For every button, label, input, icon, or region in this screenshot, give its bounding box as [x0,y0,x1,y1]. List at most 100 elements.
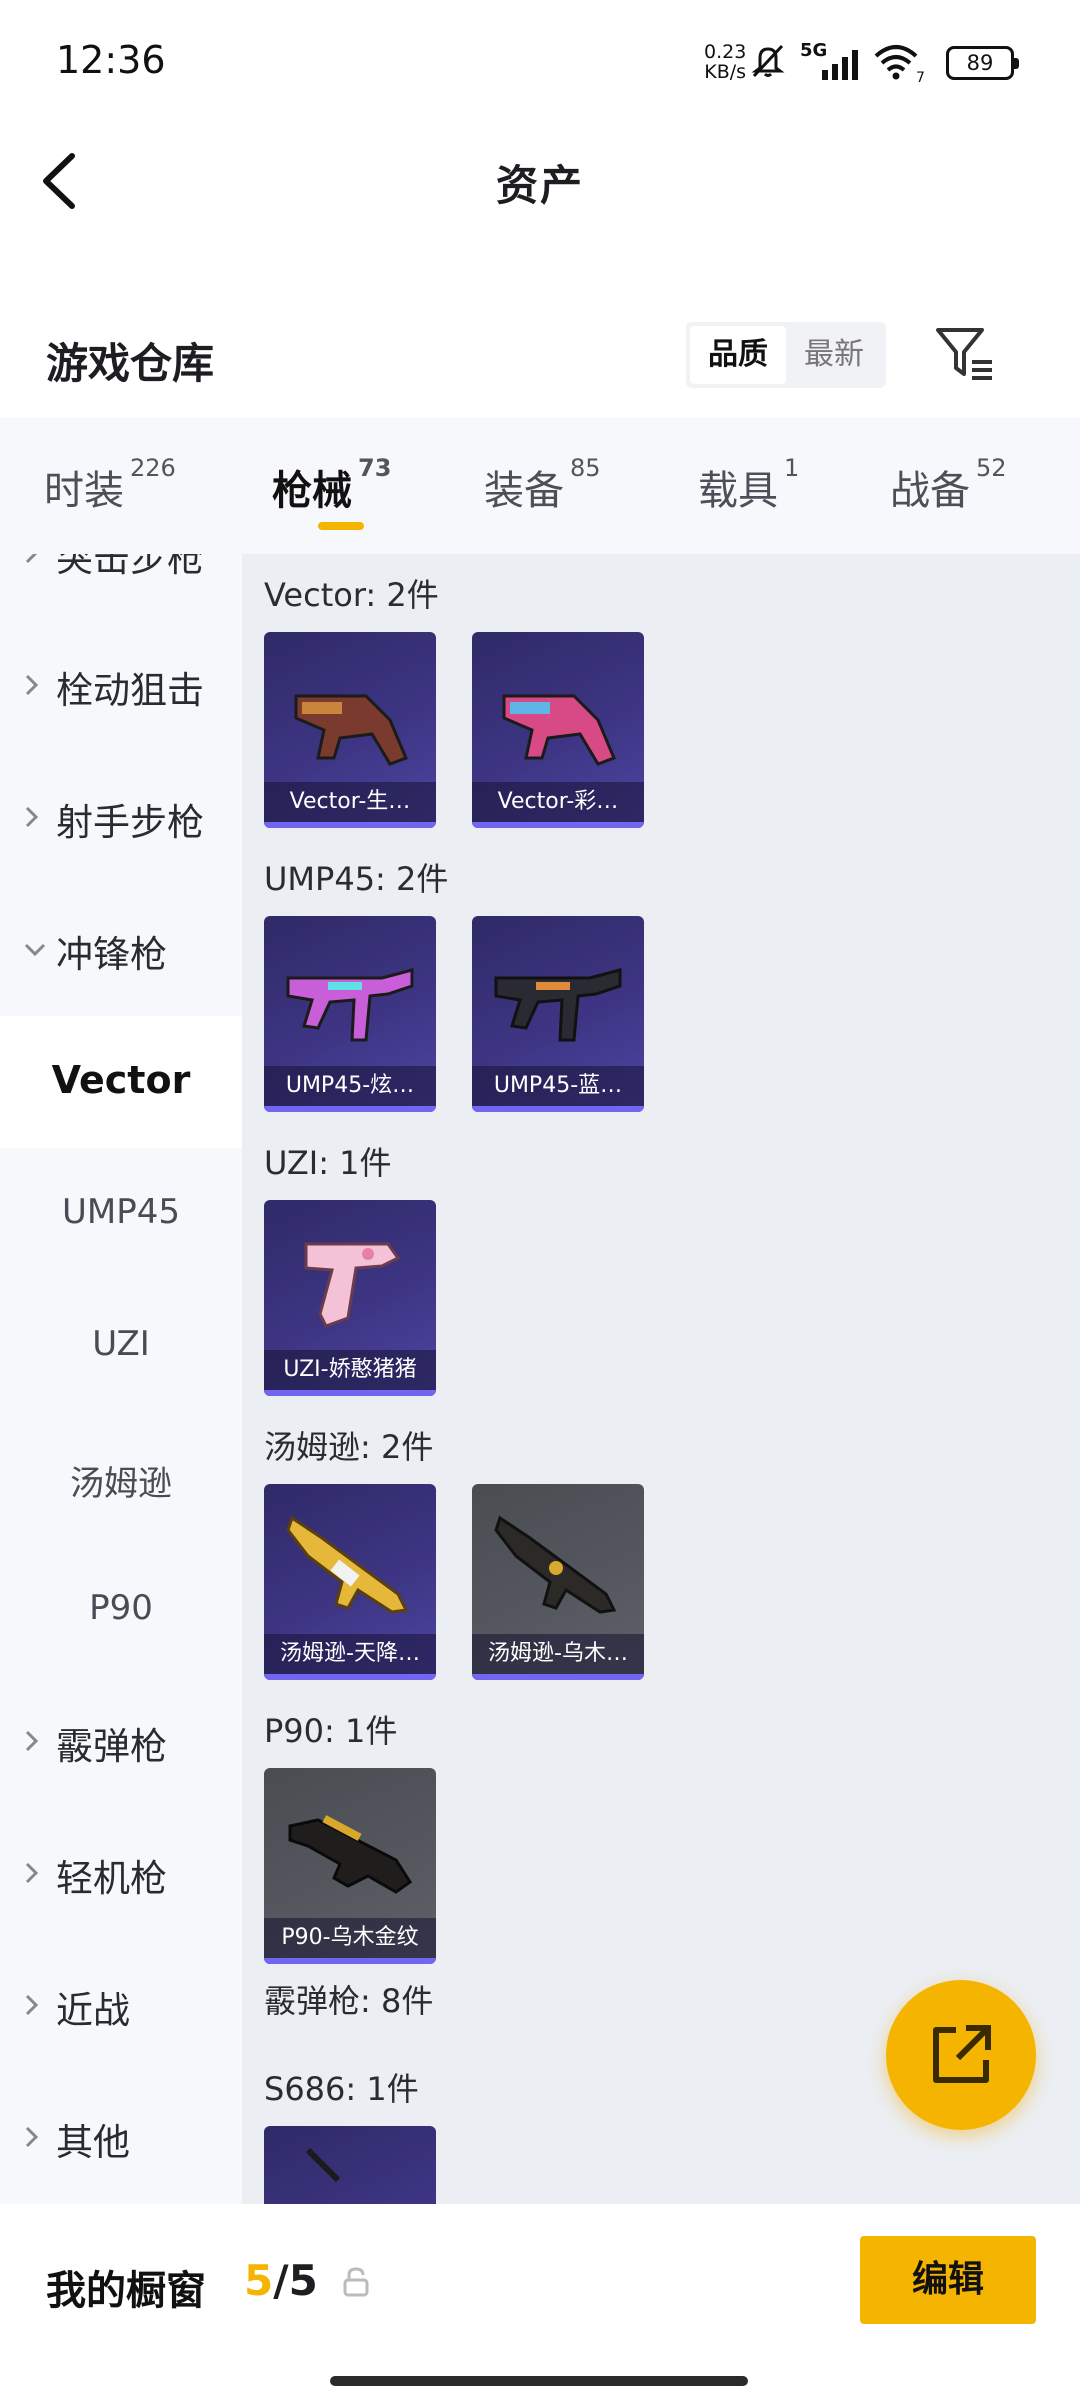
tab-firearms[interactable]: 枪械 73 [272,454,391,516]
mute-icon [751,44,785,78]
ump45-skin-icon [286,968,414,1042]
share-icon [933,2025,991,2083]
showcase-count: 5/5 [244,2256,318,2305]
showcase-count-total: 5 [288,2256,318,2305]
sidebar-subitem-thompson[interactable]: 汤姆逊 [0,1412,242,1544]
signal-icon [822,50,858,80]
item-name: 汤姆逊-乌木… [472,1634,644,1674]
edit-button[interactable]: 编辑 [860,2236,1036,2324]
chevron-right-icon [25,1862,39,1884]
p90-skin-icon [288,1815,413,1894]
battery-icon: 89 [946,46,1019,80]
group-title: P90: 1件 [264,1712,398,1750]
sidebar-item-smg[interactable]: 冲锋枪 [0,884,242,1016]
sidebar-item-assault-rifle[interactable]: 突击步枪 [0,554,242,620]
active-tab-indicator [318,522,364,530]
tab-equipment[interactable]: 装备 85 [484,454,601,516]
tab-label: 枪械 [272,468,352,514]
item-card[interactable]: 汤姆逊-乌木… [472,1484,644,1680]
item-name: P90-乌木金纹 [264,1918,436,1958]
item-name: UMP45-蓝… [472,1066,644,1106]
item-card[interactable]: Vector-生… [264,632,436,828]
chevron-down-icon [24,943,46,957]
group-title: UZI: 1件 [264,1144,392,1182]
ump45-skin-icon [494,968,622,1042]
item-card[interactable]: UMP45-炫… [264,916,436,1112]
rarity-bar [472,1106,644,1112]
item-card[interactable]: UZI-娇憨猪猪 [264,1200,436,1396]
vector-skin-icon [502,694,616,766]
group-title: UMP45: 2件 [264,860,449,898]
item-card[interactable]: P90-乌木金纹 [264,1768,436,1964]
wifi-badge: 7 [916,70,925,86]
sidebar-subitem-p90[interactable]: P90 [0,1544,242,1676]
sidebar-subitem-label: UZI [92,1324,150,1364]
group-title: 汤姆逊: 2件 [264,1428,434,1466]
chevron-right-icon [25,554,38,564]
category-tabs: 时装 226 枪械 73 装备 85 载具 1 战备 52 [0,418,1080,554]
sidebar-subitem-uzi[interactable]: UZI [0,1280,242,1412]
item-name: 汤姆逊-天降… [264,1634,436,1674]
wifi-icon [874,45,918,80]
sort-option-newest[interactable]: 最新 [786,326,882,384]
showcase-label: 我的橱窗 [46,2268,206,2314]
tab-vehicles[interactable]: 载具 1 [698,454,799,516]
network-speed: 0.23 KB/s [704,42,746,82]
showcase-count-separator: / [273,2256,289,2305]
sidebar-item-melee[interactable]: 近战 [0,1940,242,2072]
item-card[interactable] [264,2126,436,2204]
item-card[interactable]: UMP45-蓝… [472,916,644,1112]
tab-label: 载具 [698,468,778,514]
sidebar-subitem-ump45[interactable]: UMP45 [0,1148,242,1280]
tab-count: 52 [976,454,1007,482]
sidebar-item-other[interactable]: 其他 [0,2072,242,2204]
tab-supplies[interactable]: 战备 52 [890,454,1007,516]
status-time: 12:36 [56,38,166,82]
chevron-right-icon [25,674,39,696]
item-name: UZI-娇憨猪猪 [264,1350,436,1390]
sort-option-quality[interactable]: 品质 [690,326,786,384]
sidebar-item-shotgun[interactable]: 霰弹枪 [0,1676,242,1808]
chevron-right-icon [25,2126,39,2148]
bottom-bar: 我的橱窗 5/5 编辑 [0,2204,1080,2400]
home-indicator[interactable] [330,2376,748,2386]
sidebar-item-marksman-rifle[interactable]: 射手步枪 [0,752,242,884]
share-button[interactable] [886,1980,1036,2130]
sidebar-subitem-label: P90 [89,1588,153,1628]
rarity-bar [472,1674,644,1680]
filter-button[interactable] [934,322,998,386]
sidebar-subitem-label: UMP45 [62,1192,180,1232]
sidebar-item-label: 其他 [56,2121,130,2164]
rarity-bar [264,1106,436,1112]
sidebar-subitem-vector[interactable]: Vector [0,1016,242,1148]
s686-skin-icon [305,2147,341,2183]
rarity-bar [264,822,436,828]
chevron-right-icon [25,1994,39,2016]
tab-label: 装备 [484,468,564,514]
filter-icon [936,328,984,376]
sidebar: 突击步枪 栓动狙击 射手步枪 冲锋枪 Vector UMP45 UZI 汤姆逊 … [0,554,242,2204]
thompson-skin-icon [286,1515,409,1614]
item-card[interactable]: 汤姆逊-天降… [264,1484,436,1680]
network-speed-value: 0.23 [704,41,747,63]
tab-fashion[interactable]: 时装 226 [44,454,176,516]
rarity-bar [264,1958,436,1964]
sidebar-subitem-label: Vector [51,1058,191,1102]
showcase-count-current: 5 [244,2256,274,2305]
item-name: Vector-彩… [472,782,644,822]
tab-count: 85 [570,454,601,482]
tab-count: 226 [130,454,176,482]
sidebar-item-label: 冲锋枪 [56,933,167,976]
battery-level: 89 [966,51,994,75]
sidebar-item-bolt-sniper[interactable]: 栓动狙击 [0,620,242,752]
item-list[interactable]: Vector: 2件 Vector-生… Vector-彩… UMP45: 2件 [242,554,1080,2204]
item-name: UMP45-炫… [264,1066,436,1106]
item-name: Vector-生… [264,782,436,822]
sidebar-item-label: 栓动狙击 [56,669,204,712]
rarity-bar [264,1674,436,1680]
sidebar-item-lmg[interactable]: 轻机枪 [0,1808,242,1940]
status-bar: 12:36 0.23 KB/s 5G 7 89 [0,0,1080,120]
item-card[interactable]: Vector-彩… [472,632,644,828]
thompson-skin-icon [494,1515,617,1614]
sidebar-item-label: 近战 [56,1989,130,2032]
